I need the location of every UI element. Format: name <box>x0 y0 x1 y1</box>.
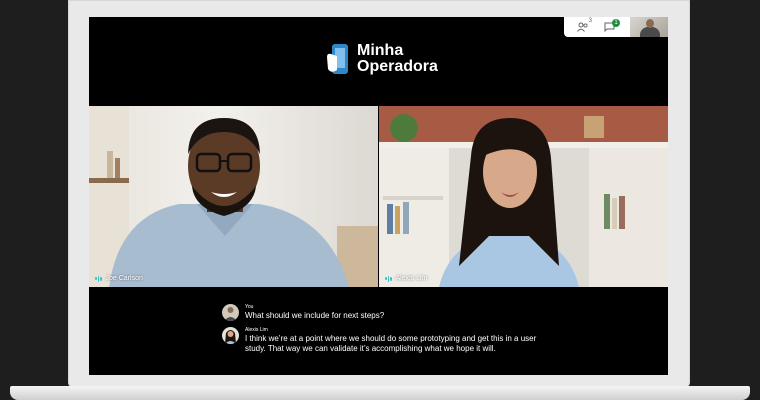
tile-name-tag: Joe Carlson <box>95 275 143 282</box>
joe-video-feed <box>89 106 378 287</box>
caption-body: Alexis Lim I think we’re at a point wher… <box>245 327 552 354</box>
avatar <box>222 304 239 321</box>
avatar <box>222 327 239 344</box>
audio-wave-icon <box>385 275 392 282</box>
participants-button[interactable]: 3 <box>572 18 594 35</box>
phone-logo-icon <box>327 44 348 74</box>
brand-line-2: Operadora <box>357 58 438 75</box>
participant-name: Alexis Lim <box>395 275 428 282</box>
caption-body: You What should we include for next step… <box>245 304 384 321</box>
caption-text: I think we’re at a point where we should… <box>245 334 537 353</box>
self-view-thumbnail[interactable] <box>630 17 668 37</box>
self-view-face <box>646 19 654 28</box>
video-tile-joe[interactable]: Joe Carlson <box>89 106 378 287</box>
caption-speaker: You <box>245 304 254 310</box>
participant-name: Joe Carlson <box>105 275 143 282</box>
tile-name-tag: Alexis Lim <box>385 275 427 282</box>
alexis-video-feed <box>379 106 668 287</box>
brand-text: Minha Operadora <box>357 43 438 75</box>
meeting-screen: 3 1 Minha Operadora Joe Carlson Alexis L… <box>89 17 668 375</box>
brand-line-1: Minha <box>357 42 404 59</box>
caption-entry: Alexis Lim I think we’re at a point wher… <box>222 327 552 354</box>
video-tile-alexis[interactable]: Alexis Lim <box>379 106 668 287</box>
chat-badge: 1 <box>612 19 620 27</box>
caption-text: What should we include for next steps? <box>245 311 385 320</box>
chat-button[interactable]: 1 <box>598 19 620 35</box>
audio-wave-icon <box>95 275 102 282</box>
captions-panel: You What should we include for next step… <box>222 304 552 360</box>
laptop-base <box>10 386 750 400</box>
participants-count: 3 <box>588 18 592 24</box>
self-view-torso <box>640 27 660 37</box>
caption-speaker: Alexis Lim <box>245 327 268 333</box>
brand-logo: Minha Operadora <box>325 43 438 75</box>
people-icon <box>577 22 588 32</box>
top-right-toolbar: 3 1 <box>564 17 668 37</box>
caption-entry: You What should we include for next step… <box>222 304 552 321</box>
